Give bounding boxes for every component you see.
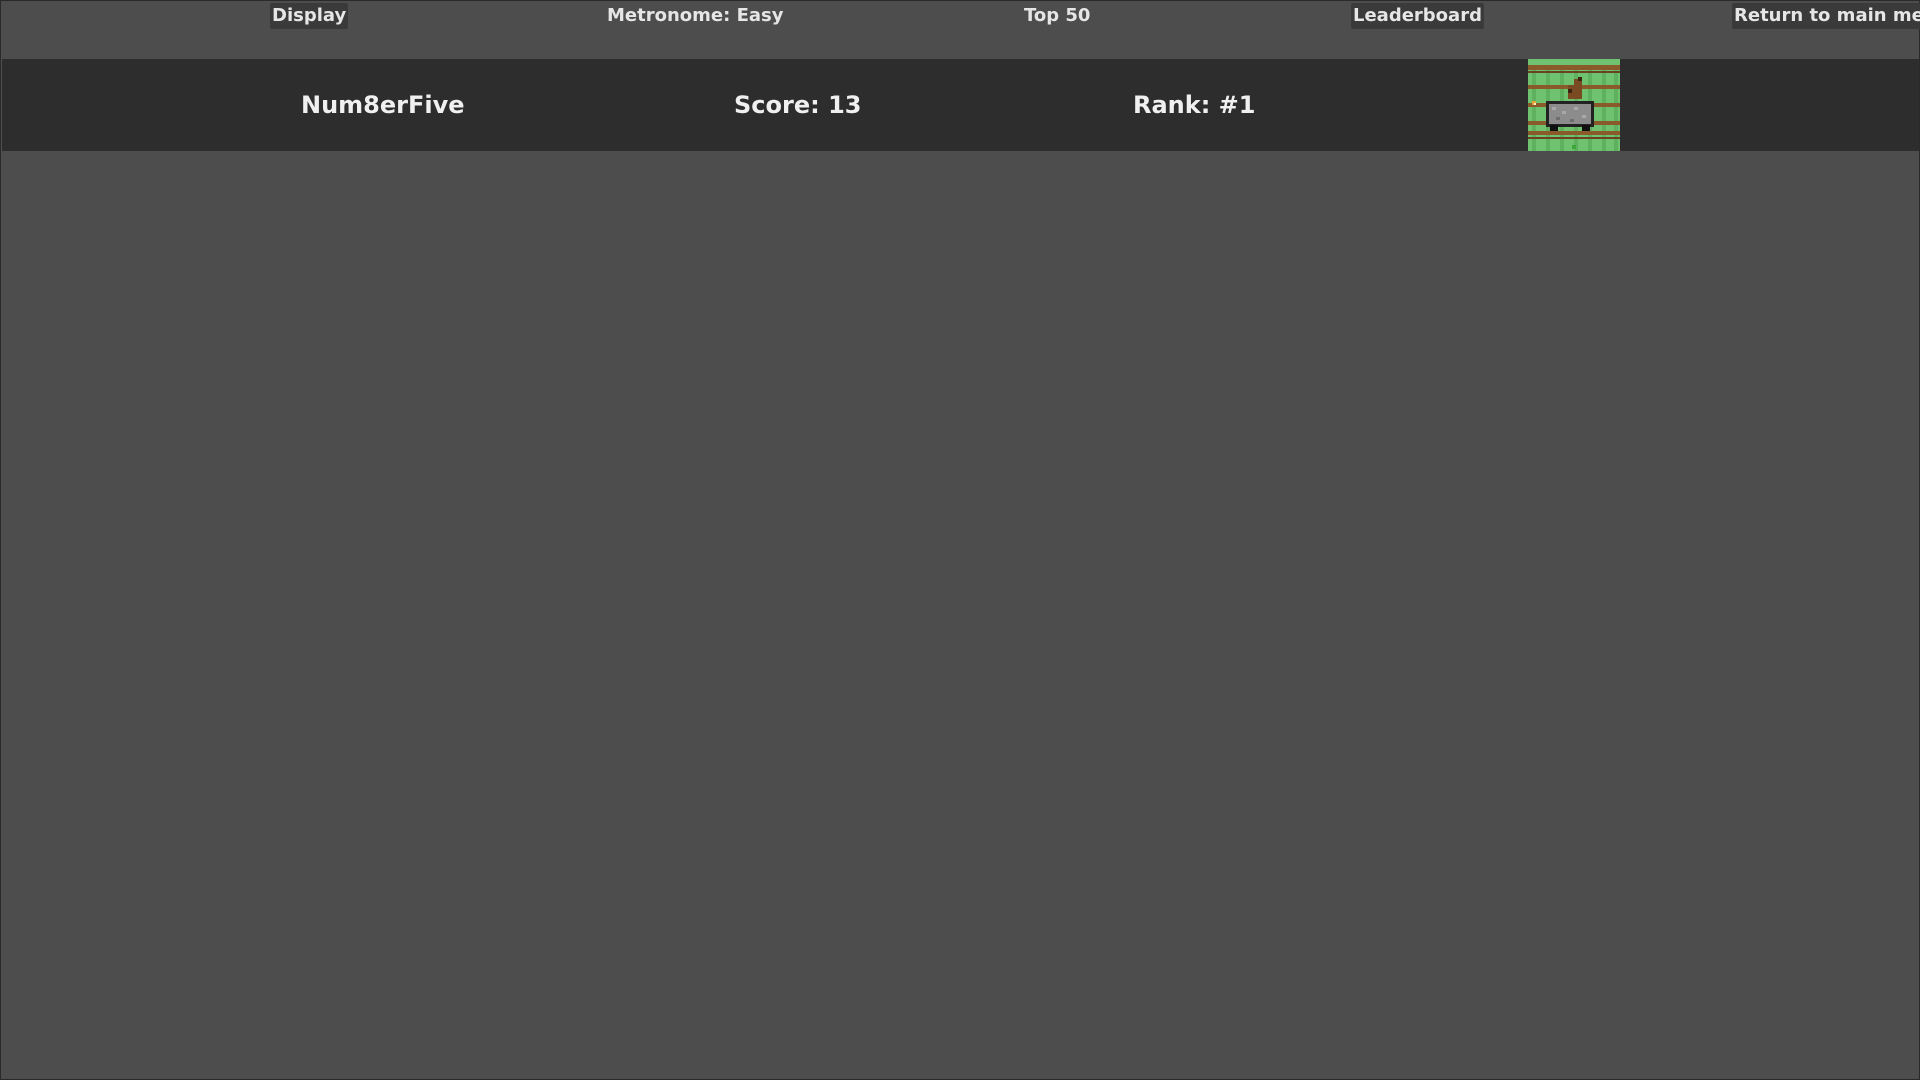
mode-label[interactable]: Metronome: Easy: [605, 3, 785, 29]
top-bar: Display Metronome: Easy Top 50 Leaderboa…: [1, 1, 1920, 31]
leaderboard-row: Num8erFive Score: 13 Rank: #1: [2, 59, 1919, 151]
player-score: Score: 13: [734, 91, 862, 119]
horse-in-minecart-icon: [1528, 59, 1620, 151]
player-name: Num8erFive: [301, 91, 465, 119]
return-to-main-menu-button[interactable]: Return to main menu: [1732, 3, 1920, 29]
leaderboard-screen: Display Metronome: Easy Top 50 Leaderboa…: [0, 0, 1920, 1080]
scope-label[interactable]: Top 50: [1022, 3, 1092, 29]
display-button[interactable]: Display: [270, 3, 349, 29]
player-rank: Rank: #1: [1133, 91, 1256, 119]
leaderboard-button[interactable]: Leaderboard: [1351, 3, 1484, 29]
